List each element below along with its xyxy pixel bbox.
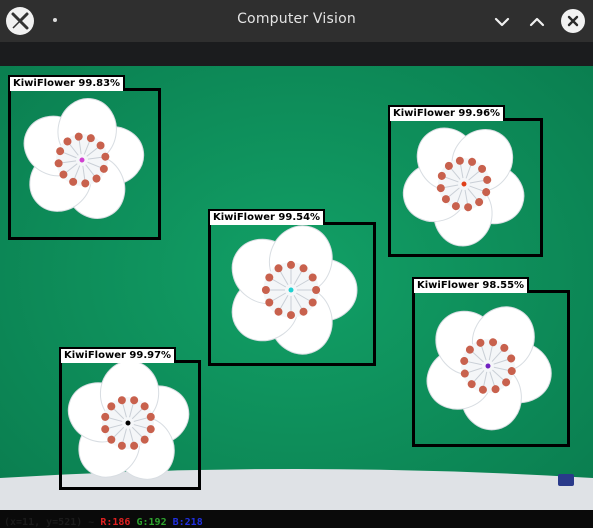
- detection-label: KiwiFlower 99.97%: [59, 347, 177, 363]
- chevron-up-icon: [529, 17, 545, 27]
- status-green: G:192: [136, 517, 167, 528]
- image-top-strip: [0, 42, 593, 66]
- detection-label: KiwiFlower 98.55%: [412, 277, 530, 293]
- pixel-status-line: (x=11, y=521) ~ R:186 G:192 B:218: [4, 517, 203, 528]
- close-button[interactable]: [561, 9, 585, 33]
- detection-box[interactable]: KiwiFlower 99.83%: [8, 75, 161, 240]
- detection-label: KiwiFlower 99.54%: [208, 209, 326, 225]
- blue-object: [558, 474, 574, 486]
- detection-label: KiwiFlower 99.96%: [388, 105, 506, 121]
- detection-box[interactable]: KiwiFlower 99.97%: [59, 347, 201, 490]
- detection-label: KiwiFlower 99.83%: [8, 75, 126, 91]
- chevron-down-icon: [494, 17, 510, 27]
- title-bar[interactable]: Computer Vision: [0, 0, 593, 42]
- status-blue: B:218: [172, 517, 203, 528]
- status-red: R:186: [100, 517, 131, 528]
- minimize-button[interactable]: [491, 11, 513, 33]
- detection-box[interactable]: KiwiFlower 98.55%: [412, 277, 570, 447]
- detection-box[interactable]: KiwiFlower 99.54%: [208, 209, 376, 366]
- app-window: Computer Vision KiwiFlower 99.83% KiwiFlo…: [0, 0, 593, 528]
- status-coords: (x=11, y=521) ~: [4, 517, 95, 528]
- camera-view[interactable]: KiwiFlower 99.83% KiwiFlower 99.96% KiwiFl…: [0, 66, 593, 528]
- close-icon: [567, 15, 579, 27]
- maximize-button[interactable]: [526, 11, 548, 33]
- detection-box[interactable]: KiwiFlower 99.96%: [388, 105, 543, 257]
